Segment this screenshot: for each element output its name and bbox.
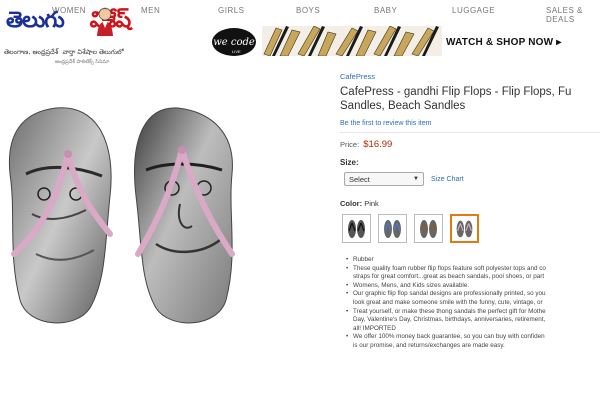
feature-item-cont: all! IMPORTED (353, 324, 396, 332)
chevron-down-icon: ▼ (413, 176, 419, 182)
flip-flop-blue-icon (384, 220, 401, 238)
color-label: Color: Pink (340, 199, 379, 208)
price-row: Price: $16.99 (340, 139, 392, 150)
size-select-value: Select (349, 175, 370, 184)
color-label-text: Color: (340, 199, 363, 208)
swatch-blue[interactable] (378, 214, 407, 243)
ad-pattern-image[interactable] (262, 26, 442, 56)
feature-item: These quality foam rubber flip flops fea… (346, 265, 600, 274)
nav-girls[interactable]: GIRLS (218, 6, 245, 15)
nav-luggage[interactable]: LUGGAGE (452, 6, 495, 15)
feature-item-cont: Day, Valentine's Day, Christmas, birthda… (353, 316, 546, 324)
logo-text-blue: తెలుగు (6, 8, 65, 33)
review-link[interactable]: Be the first to review this item (340, 120, 431, 127)
feature-item-cont: straps for great comfort...great as beac… (353, 273, 545, 281)
nav-boys[interactable]: BOYS (296, 6, 320, 15)
flip-flop-brown-icon (420, 220, 437, 238)
feature-item: Rubber (346, 256, 600, 265)
feature-item: Our graphic flip flop sandal designs are… (346, 290, 600, 299)
flip-flop-pink-icon (456, 220, 473, 238)
feature-item: Treat yourself, or make these thong sand… (346, 308, 600, 317)
divider (340, 132, 600, 133)
size-select[interactable]: Select ▼ (344, 172, 424, 186)
logo-tagline: తెలంగాణ, ఆంధ్రప్రదేశ్ వార్తా విశేషాల తెల… (4, 48, 124, 56)
size-label: Size: (340, 158, 359, 167)
swatch-black[interactable] (342, 214, 371, 243)
feature-item: We offer 100% money back guarantee, so y… (346, 333, 600, 342)
feature-item-cont: look great and make someone smile with t… (353, 298, 543, 306)
swatch-brown[interactable] (414, 214, 443, 243)
nav-baby[interactable]: BABY (374, 6, 397, 15)
logo-tagline-small: ఆంధ్రప్రదేశ్ పాలిటిక్స్ సినిమా (55, 59, 110, 65)
price-value: $16.99 (363, 139, 393, 150)
brand-link[interactable]: CafePress (340, 72, 375, 81)
price-label: Price: (340, 140, 360, 149)
ad-watch-shop-button[interactable]: WATCH & SHOP NOW ▸ (446, 37, 561, 48)
swatch-pink[interactable] (450, 214, 479, 243)
nav-men[interactable]: MEN (141, 6, 160, 15)
feature-list: Rubber These quality foam rubber flip fl… (346, 256, 600, 351)
flip-flop-black-icon (348, 220, 365, 238)
product-title-line1: CafePress - gandhi Flip Flops - Flip Flo… (340, 86, 572, 98)
product-title-line2: Sandles, Beach Sandles (340, 100, 466, 112)
size-chart-link[interactable]: Size Chart (431, 176, 464, 183)
product-image[interactable] (6, 104, 242, 328)
feature-item-cont: is our promise, and returns/exchanges ar… (353, 341, 505, 349)
color-value: Pink (364, 199, 379, 208)
ad-brand-live: LIVE (232, 49, 241, 54)
logo-figure-icon (97, 7, 113, 36)
feature-item: Womens, Mens, and Kids sizes available. (346, 282, 600, 291)
